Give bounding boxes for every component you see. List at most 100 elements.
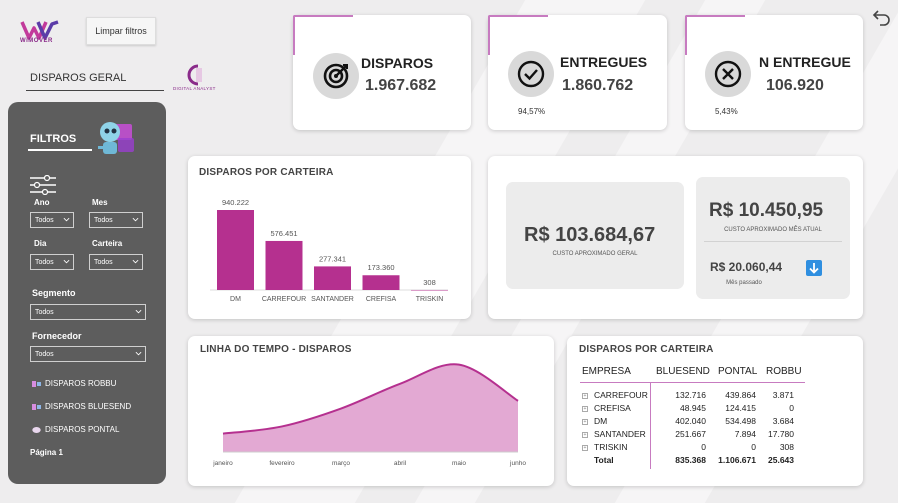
column-header[interactable]: PONTAL [718,366,757,377]
filter-panel: FILTROS Ano Todos Mes Todos Dia Todos Ca… [8,102,166,484]
carteira-label: Carteira [92,239,123,248]
bar[interactable] [314,266,351,290]
expand-icon[interactable]: + [582,419,588,425]
dia-select-value: Todos [35,258,54,266]
row-value: 124.415 [725,403,756,413]
prev-month-label: Mês passado [726,280,762,286]
table-row[interactable]: + CREFISA 48.945 124.415 0 [580,403,810,416]
fornecedor-select-value: Todos [35,350,54,358]
bar-category-label: CARREFOUR [262,296,306,303]
general-cost-value: R$ 103.684,67 [524,224,656,246]
row-value: 439.864 [725,390,756,400]
general-cost-label: CUSTO APROXIMADO GERAL [552,251,638,257]
pontal-icon [32,426,41,433]
kpi-icon-bg [508,51,554,97]
table-row[interactable]: + DM 402.040 534.498 3.684 [580,416,810,429]
expand-icon[interactable]: + [582,406,588,412]
disparos-bluesend-link[interactable]: DISPAROS BLUESEND [32,402,131,411]
robbu-icon [32,380,41,387]
chevron-down-icon [135,351,142,356]
bar[interactable] [265,240,303,290]
column-header[interactable]: EMPRESA [582,366,631,377]
row-value: 402.040 [675,416,706,426]
bar[interactable] [411,289,448,291]
total-label: Total [594,455,614,465]
divider [704,241,842,242]
bar-value-label: 277.341 [319,254,346,263]
chevron-down-icon [132,217,139,222]
row-label: TRISKIN [594,442,628,452]
check-circle-icon [517,60,545,88]
undo-icon[interactable] [872,7,892,27]
carteira-select-value: Todos [94,258,113,266]
table-row[interactable]: + CARREFOUR 132.716 439.864 3.871 [580,390,810,403]
ano-select[interactable]: Todos [30,212,74,228]
row-value: 17.780 [768,429,794,439]
expand-icon[interactable]: + [582,432,588,438]
bar-chart-card: DISPAROS POR CARTEIRA 940.222 DM 576.451 CA… [188,156,471,319]
row-value: 308 [779,442,794,452]
disparos-pontal-link[interactable]: DISPAROS PONTAL [32,425,119,434]
table-title: DISPAROS POR CARTEIRA [579,344,714,355]
card-accent [488,15,548,17]
table-row[interactable]: + SANTANDER 251.667 7.894 17.780 [580,429,810,442]
carteira-select[interactable]: Todos [89,254,143,270]
column-header[interactable]: ROBBU [766,366,802,377]
disparos-pontal-label: DISPAROS PONTAL [45,425,120,434]
disparos-robbu-link[interactable]: DISPAROS ROBBU [32,379,116,388]
fornecedor-select[interactable]: Todos [30,346,146,362]
bar-chart: 940.222 DM 576.451 CARREFOUR 277.341 SANTANDE… [210,198,448,303]
kpi-value: 1.967.682 [365,77,437,94]
row-value: 0 [789,403,794,413]
x-tick-label: março [332,460,350,467]
bar-value-label: 940.222 [222,198,249,207]
bar[interactable] [217,210,254,290]
row-label: CREFISA [594,403,631,413]
row-value: 0 [701,442,706,452]
month-cost-label: CUSTO APROXIMADO MÊS ATUAL [724,227,822,233]
kpi-percentage: 94,57% [518,107,546,116]
month-cost-box: R$ 10.450,95 CUSTO APROXIMADO MÊS ATUAL … [696,177,850,299]
kpi-card-n-entregue: N ENTREGUE 106.920 5,43% [685,15,863,130]
ano-label: Ano [34,198,50,207]
chevron-down-icon [63,259,70,264]
row-label: DM [594,416,608,426]
cost-card: R$ 103.684,67 CUSTO APROXIMADO GERAL R$ … [488,156,863,319]
x-tick-label: janeiro [212,460,233,467]
logo-text: WiMOVER [20,38,53,44]
total-value: 25.643 [768,455,794,465]
table-row[interactable]: + TRISKIN 0 0 308 [580,442,810,455]
segmento-select[interactable]: Todos [30,304,146,320]
row-value: 0 [751,442,756,452]
bar-value-label: 576.451 [270,229,297,238]
timeline-chart-card: LINHA DO TEMPO - DISPAROS janeiro feverei… [188,336,554,486]
kpi-value: 106.920 [766,77,824,94]
expand-icon[interactable]: + [582,445,588,451]
subtitle-underline [26,90,164,91]
row-value: 251.667 [675,429,706,439]
expand-icon[interactable]: + [582,393,588,399]
row-value: 7.894 [734,429,756,439]
bar-category-label: TRISKIN [416,296,444,303]
chevron-down-icon [132,259,139,264]
dia-select[interactable]: Todos [30,254,74,270]
bluesend-icon [32,403,41,410]
kpi-icon-bg [313,53,359,99]
card-accent [685,15,745,17]
mes-select-value: Todos [94,216,113,224]
prev-month-cost-value: R$ 20.060,44 [710,260,783,274]
column-header[interactable]: BLUESEND [656,366,710,377]
segmento-label: Segmento [32,288,76,298]
total-value: 835.368 [675,455,706,465]
mes-label: Mes [92,198,108,207]
disparos-robbu-label: DISPAROS ROBBU [45,379,117,388]
page-label: Página 1 [30,448,63,457]
x-circle-icon [714,60,742,88]
x-tick-label: junho [509,460,526,467]
card-accent [488,15,490,55]
bar[interactable] [362,275,400,290]
clear-filters-button[interactable]: Limpar filtros [86,17,156,45]
ano-select-value: Todos [35,216,54,224]
mes-select[interactable]: Todos [89,212,143,228]
digital-analyst-logo [187,64,202,86]
